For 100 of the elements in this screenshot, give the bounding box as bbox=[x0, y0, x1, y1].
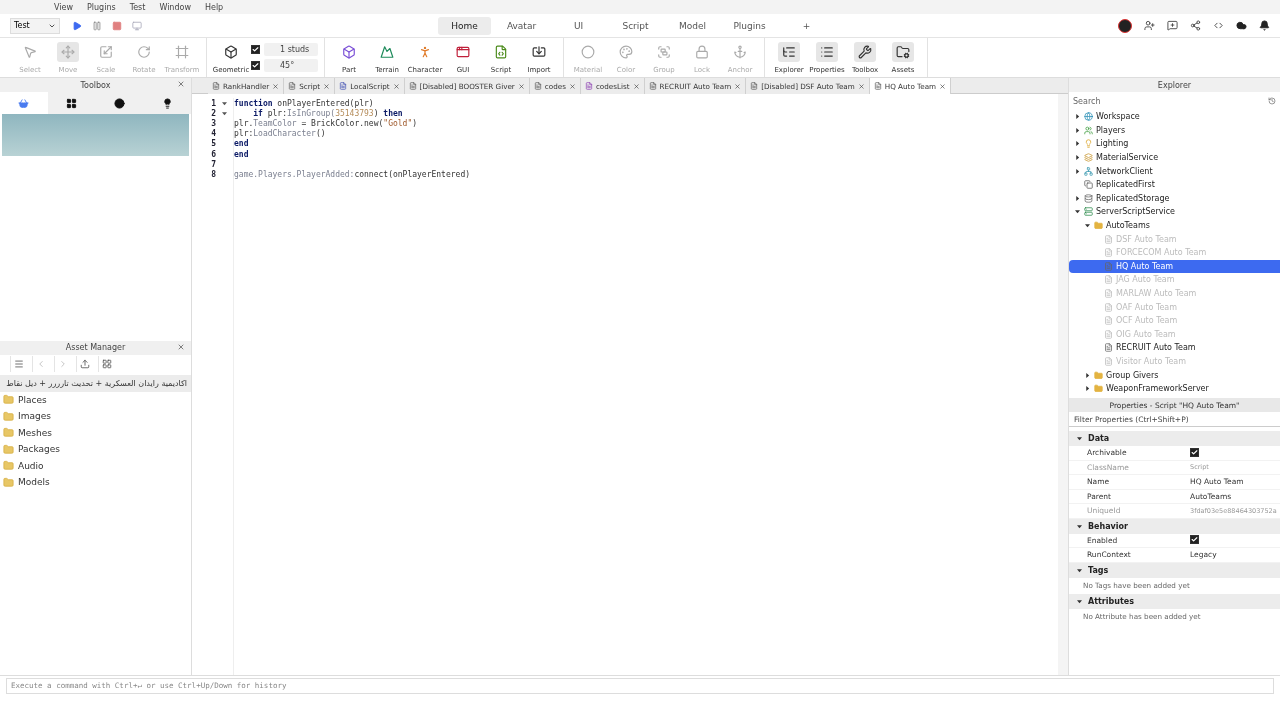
menu-item[interactable]: Window bbox=[159, 2, 191, 12]
snap-checkbox[interactable] bbox=[251, 61, 260, 70]
close-icon[interactable] bbox=[392, 82, 400, 90]
tree-item[interactable]: NetworkClient bbox=[1069, 164, 1280, 178]
close-icon[interactable] bbox=[517, 82, 525, 90]
ribbon-tab[interactable]: Script bbox=[609, 16, 662, 35]
folder-item[interactable]: Images bbox=[0, 408, 191, 425]
line-number: 6 bbox=[210, 148, 217, 160]
service-icon bbox=[1084, 193, 1093, 203]
section-header[interactable]: Data bbox=[1069, 431, 1280, 446]
line-number: 7 bbox=[210, 159, 217, 170]
expand-arrow-icon[interactable] bbox=[1085, 386, 1090, 392]
expand-arrow-icon[interactable] bbox=[1075, 195, 1080, 201]
close-icon[interactable] bbox=[632, 82, 640, 90]
folder-item[interactable]: Models bbox=[0, 474, 191, 491]
expand-arrow-icon[interactable] bbox=[1075, 209, 1080, 215]
tree-item[interactable]: ReplicatedStorage bbox=[1069, 191, 1280, 206]
close-icon[interactable] bbox=[272, 82, 280, 90]
expand-arrow-icon[interactable] bbox=[1075, 127, 1080, 133]
folder-icon bbox=[1094, 370, 1103, 380]
service-icon bbox=[1084, 139, 1093, 149]
grid-view-button[interactable] bbox=[98, 355, 114, 372]
folder-item[interactable]: Places bbox=[0, 391, 191, 408]
tree-item[interactable]: WeaponFrameworkServer bbox=[1069, 381, 1280, 396]
ribbon-tab[interactable]: Plugins bbox=[723, 16, 776, 35]
add-friend-icon[interactable] bbox=[1144, 20, 1155, 31]
snap-checkbox[interactable] bbox=[251, 45, 260, 54]
chat-icon[interactable] bbox=[1167, 20, 1178, 31]
tree-item[interactable]: AutoTeams bbox=[1069, 218, 1280, 233]
group-icon bbox=[657, 44, 671, 59]
folder-item[interactable]: Packages bbox=[0, 441, 191, 458]
property-checkbox[interactable] bbox=[1190, 535, 1199, 545]
expand-arrow-icon[interactable] bbox=[1075, 155, 1080, 161]
snap-field[interactable]: 45° bbox=[264, 59, 318, 72]
folder-item[interactable]: Audio bbox=[0, 457, 191, 474]
avatar-icon[interactable] bbox=[1118, 18, 1132, 33]
tree-item[interactable]: HQ Auto Team bbox=[1069, 259, 1280, 274]
expand-arrow-icon[interactable] bbox=[1077, 567, 1082, 573]
panel-title: Toolbox bbox=[80, 80, 111, 90]
ribbon-tab[interactable]: Model bbox=[666, 16, 719, 35]
mountain-icon bbox=[380, 44, 394, 59]
cloud-icon[interactable] bbox=[1236, 20, 1247, 31]
folder-icon bbox=[3, 476, 14, 488]
tree-item[interactable]: ReplicatedFirst bbox=[1069, 177, 1280, 192]
snap-field[interactable]: 1 studs bbox=[264, 43, 318, 56]
line-number: 8 bbox=[210, 169, 217, 180]
play-icon[interactable] bbox=[72, 20, 82, 31]
mode-dropdown[interactable]: Test bbox=[10, 17, 60, 34]
tree-item[interactable]: ServerScriptService bbox=[1069, 205, 1280, 219]
expand-arrow-icon[interactable] bbox=[1077, 436, 1082, 441]
menu-item[interactable]: Test bbox=[129, 2, 146, 12]
expand-arrow-icon[interactable] bbox=[1085, 223, 1090, 229]
script-icon bbox=[873, 82, 882, 90]
service-icon bbox=[1084, 207, 1093, 217]
line-number: 5 bbox=[210, 138, 217, 149]
code-line: plr:LoadCharacter() bbox=[234, 128, 327, 139]
tree-item[interactable]: Group Givers bbox=[1069, 368, 1280, 382]
tree-item[interactable]: MaterialService bbox=[1069, 150, 1280, 165]
cube-icon bbox=[224, 44, 238, 59]
tree-item[interactable]: Players bbox=[1069, 123, 1280, 138]
tree-list-icon bbox=[782, 44, 796, 59]
history-icon[interactable] bbox=[1268, 97, 1276, 105]
tree-item[interactable]: RECRUIT Auto Team bbox=[1069, 341, 1280, 355]
upload-button[interactable] bbox=[76, 355, 92, 372]
close-icon[interactable] bbox=[734, 82, 742, 90]
rotate-icon bbox=[137, 44, 151, 59]
grid-icon bbox=[66, 97, 78, 109]
property-checkbox[interactable] bbox=[1190, 447, 1199, 457]
ribbon-tab[interactable]: Home bbox=[438, 16, 491, 35]
expand-arrow-icon[interactable] bbox=[1077, 523, 1082, 529]
section-header[interactable]: Attributes bbox=[1069, 593, 1280, 609]
expand-arrow-icon[interactable] bbox=[1075, 168, 1080, 174]
script-icon bbox=[288, 82, 297, 90]
close-icon[interactable] bbox=[177, 342, 185, 351]
expand-arrow-icon[interactable] bbox=[1077, 598, 1082, 604]
close-icon[interactable] bbox=[323, 82, 331, 90]
ribbon-tab[interactable]: UI bbox=[552, 16, 605, 35]
bell-icon[interactable] bbox=[1259, 20, 1270, 31]
close-icon[interactable] bbox=[939, 82, 947, 90]
ribbon-tab[interactable]: Avatar bbox=[495, 16, 548, 35]
menu-item[interactable]: View bbox=[54, 2, 73, 12]
close-icon[interactable] bbox=[177, 80, 185, 88]
menu-item[interactable]: Help bbox=[204, 2, 224, 12]
script-icon bbox=[1104, 234, 1113, 244]
expand-arrow-icon[interactable] bbox=[1085, 372, 1090, 378]
ribbon-tab[interactable]: + bbox=[780, 16, 833, 35]
folder-item[interactable]: Meshes bbox=[0, 424, 191, 441]
menu-item[interactable]: Plugins bbox=[87, 2, 116, 12]
stop-icon[interactable] bbox=[112, 20, 122, 31]
folder-icon bbox=[3, 394, 14, 406]
expand-arrow-icon[interactable] bbox=[1075, 114, 1080, 120]
share-icon[interactable] bbox=[1190, 20, 1201, 31]
basket-icon bbox=[18, 97, 30, 109]
tree-item[interactable]: Lighting bbox=[1069, 137, 1280, 151]
close-icon[interactable] bbox=[568, 82, 576, 90]
expand-arrow-icon[interactable] bbox=[1075, 141, 1080, 147]
close-icon[interactable] bbox=[857, 82, 865, 90]
search-field[interactable]: Search bbox=[1073, 94, 1276, 108]
service-icon bbox=[1084, 125, 1093, 135]
tree-item[interactable]: Workspace bbox=[1069, 110, 1280, 124]
